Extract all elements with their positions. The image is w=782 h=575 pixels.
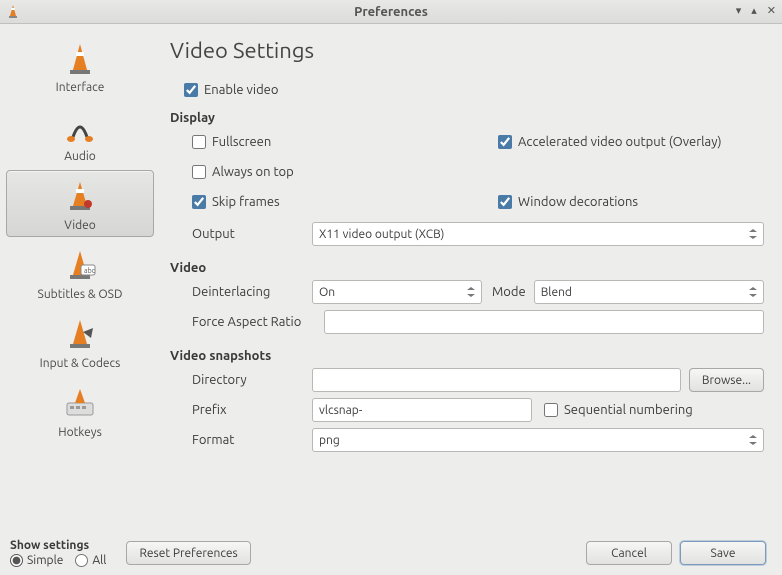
sidebar-item-label: Input & Codecs xyxy=(7,357,153,370)
sequential-numbering-input[interactable] xyxy=(544,403,558,417)
format-label: Format xyxy=(192,433,312,447)
sidebar-item-subtitles[interactable]: abc Subtitles & OSD xyxy=(6,239,154,306)
deinterlacing-label: Deinterlacing xyxy=(192,285,312,299)
output-select[interactable]: X11 video output (XCB) xyxy=(312,222,764,246)
prefix-input[interactable] xyxy=(312,398,532,422)
enable-video-input[interactable] xyxy=(184,83,198,97)
always-on-top-input[interactable] xyxy=(192,165,206,179)
skip-frames-label: Skip frames xyxy=(212,195,280,209)
sidebar-item-label: Hotkeys xyxy=(7,426,153,439)
fullscreen-input[interactable] xyxy=(192,135,206,149)
save-button[interactable]: Save xyxy=(680,541,766,565)
window-decorations-input[interactable] xyxy=(498,195,512,209)
video-icon xyxy=(7,177,153,217)
directory-label: Directory xyxy=(192,373,312,387)
settings-panel: Video Settings Enable video Display Full… xyxy=(160,24,782,533)
display-heading: Display xyxy=(170,111,764,125)
deinterlacing-select[interactable]: On xyxy=(312,280,482,304)
sidebar-item-label: Subtitles & OSD xyxy=(7,288,153,301)
show-settings-all-radio[interactable]: All xyxy=(75,554,106,567)
sidebar-item-audio[interactable]: Audio xyxy=(6,101,154,168)
footer: Show settings Simple All Reset Preferenc… xyxy=(0,533,782,575)
show-settings-simple-radio[interactable]: Simple xyxy=(10,554,63,567)
reset-preferences-button[interactable]: Reset Preferences xyxy=(126,541,250,565)
fullscreen-label: Fullscreen xyxy=(212,135,271,149)
directory-input[interactable] xyxy=(312,368,681,392)
skip-frames-checkbox[interactable]: Skip frames xyxy=(192,195,458,209)
hotkeys-icon xyxy=(7,384,153,424)
sequential-numbering-label: Sequential numbering xyxy=(564,403,693,417)
format-select[interactable]: png xyxy=(312,428,764,452)
force-aspect-ratio-input[interactable] xyxy=(324,310,764,334)
sidebar-item-interface[interactable]: Interface xyxy=(6,32,154,99)
vlc-cone-icon xyxy=(6,4,20,21)
mode-label: Mode xyxy=(492,285,526,299)
window-decorations-checkbox[interactable]: Window decorations xyxy=(458,195,764,209)
enable-video-checkbox[interactable]: Enable video xyxy=(184,83,278,97)
cancel-button[interactable]: Cancel xyxy=(586,541,672,565)
svg-text:abc: abc xyxy=(84,267,96,275)
sidebar-item-label: Audio xyxy=(7,150,153,163)
maximize-icon[interactable]: ▴ xyxy=(751,4,757,17)
preferences-sidebar: Interface Audio Video abc Subtitles & OS… xyxy=(0,24,160,533)
sequential-numbering-checkbox[interactable]: Sequential numbering xyxy=(544,403,693,417)
sidebar-item-label: Interface xyxy=(7,81,153,94)
title-bar: Preferences ▾ ▴ ✕ xyxy=(0,0,782,24)
sidebar-item-video[interactable]: Video xyxy=(6,170,154,237)
enable-video-label: Enable video xyxy=(204,83,278,97)
accelerated-output-label: Accelerated video output (Overlay) xyxy=(518,135,722,149)
accelerated-output-checkbox[interactable]: Accelerated video output (Overlay) xyxy=(458,135,764,149)
video-heading: Video xyxy=(170,261,764,275)
codecs-icon xyxy=(7,315,153,355)
browse-button[interactable]: Browse... xyxy=(689,368,764,392)
prefix-label: Prefix xyxy=(192,403,312,417)
output-label: Output xyxy=(192,227,312,241)
minimize-icon[interactable]: ▾ xyxy=(736,4,742,17)
page-title: Video Settings xyxy=(170,38,764,63)
show-settings-label: Show settings xyxy=(10,539,106,552)
accelerated-output-input[interactable] xyxy=(498,135,512,149)
fullscreen-checkbox[interactable]: Fullscreen xyxy=(192,135,458,149)
mode-select[interactable]: Blend xyxy=(534,280,764,304)
interface-icon xyxy=(7,39,153,79)
snapshots-heading: Video snapshots xyxy=(170,349,764,363)
subtitles-icon: abc xyxy=(7,246,153,286)
sidebar-item-hotkeys[interactable]: Hotkeys xyxy=(6,377,154,444)
audio-icon xyxy=(7,108,153,148)
force-aspect-ratio-label: Force Aspect Ratio xyxy=(192,315,324,329)
window-decorations-label: Window decorations xyxy=(518,195,638,209)
always-on-top-checkbox[interactable]: Always on top xyxy=(192,165,294,179)
always-on-top-label: Always on top xyxy=(212,165,294,179)
window-title: Preferences xyxy=(354,5,428,19)
close-icon[interactable]: ✕ xyxy=(767,4,776,17)
sidebar-item-label: Video xyxy=(7,219,153,232)
sidebar-item-input-codecs[interactable]: Input & Codecs xyxy=(6,308,154,375)
skip-frames-input[interactable] xyxy=(192,195,206,209)
